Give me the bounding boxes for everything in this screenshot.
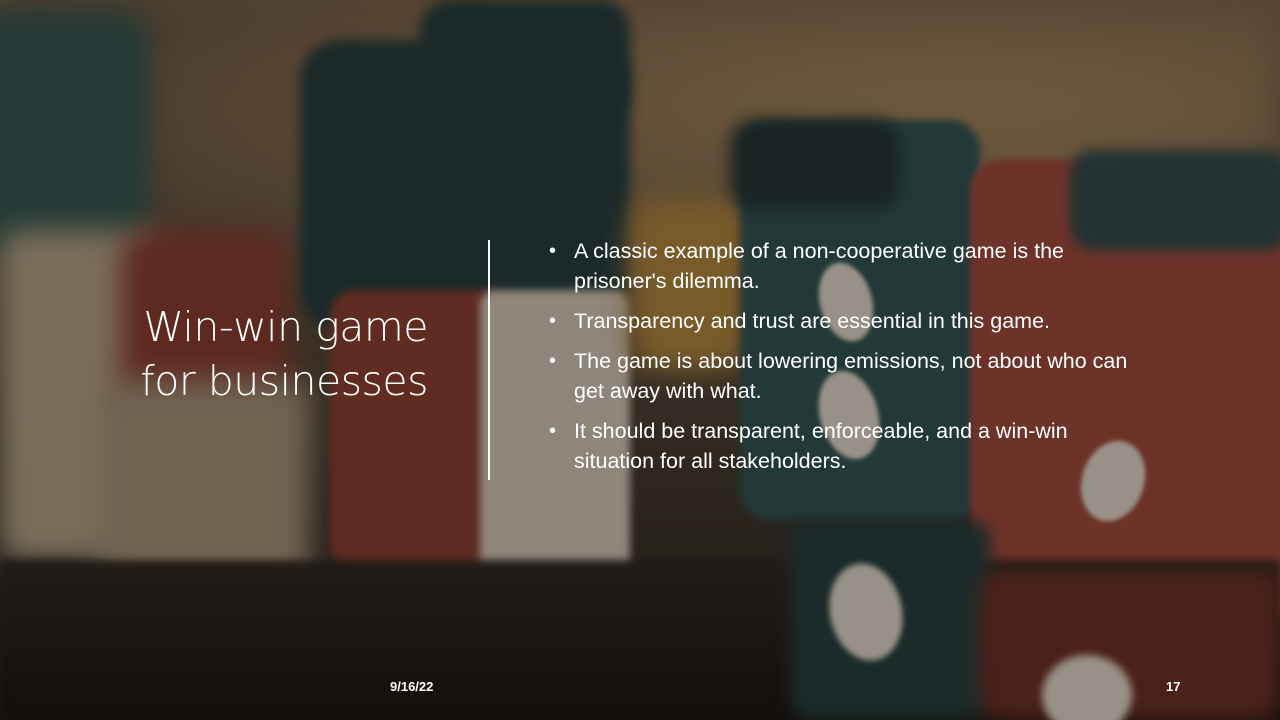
bullet-text: Transparency and trust are essential in …: [574, 309, 1051, 333]
bullet-dot-icon: •: [549, 240, 557, 262]
bullet-text: The game is about lowering emissions, no…: [574, 349, 1128, 403]
bullet-item: • The game is about lowering emissions, …: [549, 346, 1129, 406]
bullet-item: • It should be transparent, enforceable,…: [549, 416, 1129, 476]
slide-title: Win-win game for businesses: [60, 300, 428, 408]
footer-date: 9/16/22: [390, 679, 434, 694]
footer-page-number: 17: [1166, 679, 1181, 694]
bullet-text: A classic example of a non-cooperative g…: [574, 239, 1064, 293]
bullet-text: It should be transparent, enforceable, a…: [574, 419, 1068, 473]
vertical-divider: [488, 240, 490, 480]
bullet-dot-icon: •: [549, 350, 557, 372]
bullet-item: • A classic example of a non-cooperative…: [549, 236, 1129, 296]
slide-title-line-1: Win-win game: [143, 303, 428, 351]
bullet-dot-icon: •: [549, 310, 557, 332]
bullet-dot-icon: •: [549, 420, 557, 442]
slide: Win-win game for businesses • A classic …: [0, 0, 1280, 720]
bullet-list: • A classic example of a non-cooperative…: [549, 236, 1129, 486]
slide-title-line-2: for businesses: [140, 357, 428, 405]
bullet-item: • Transparency and trust are essential i…: [549, 306, 1129, 336]
